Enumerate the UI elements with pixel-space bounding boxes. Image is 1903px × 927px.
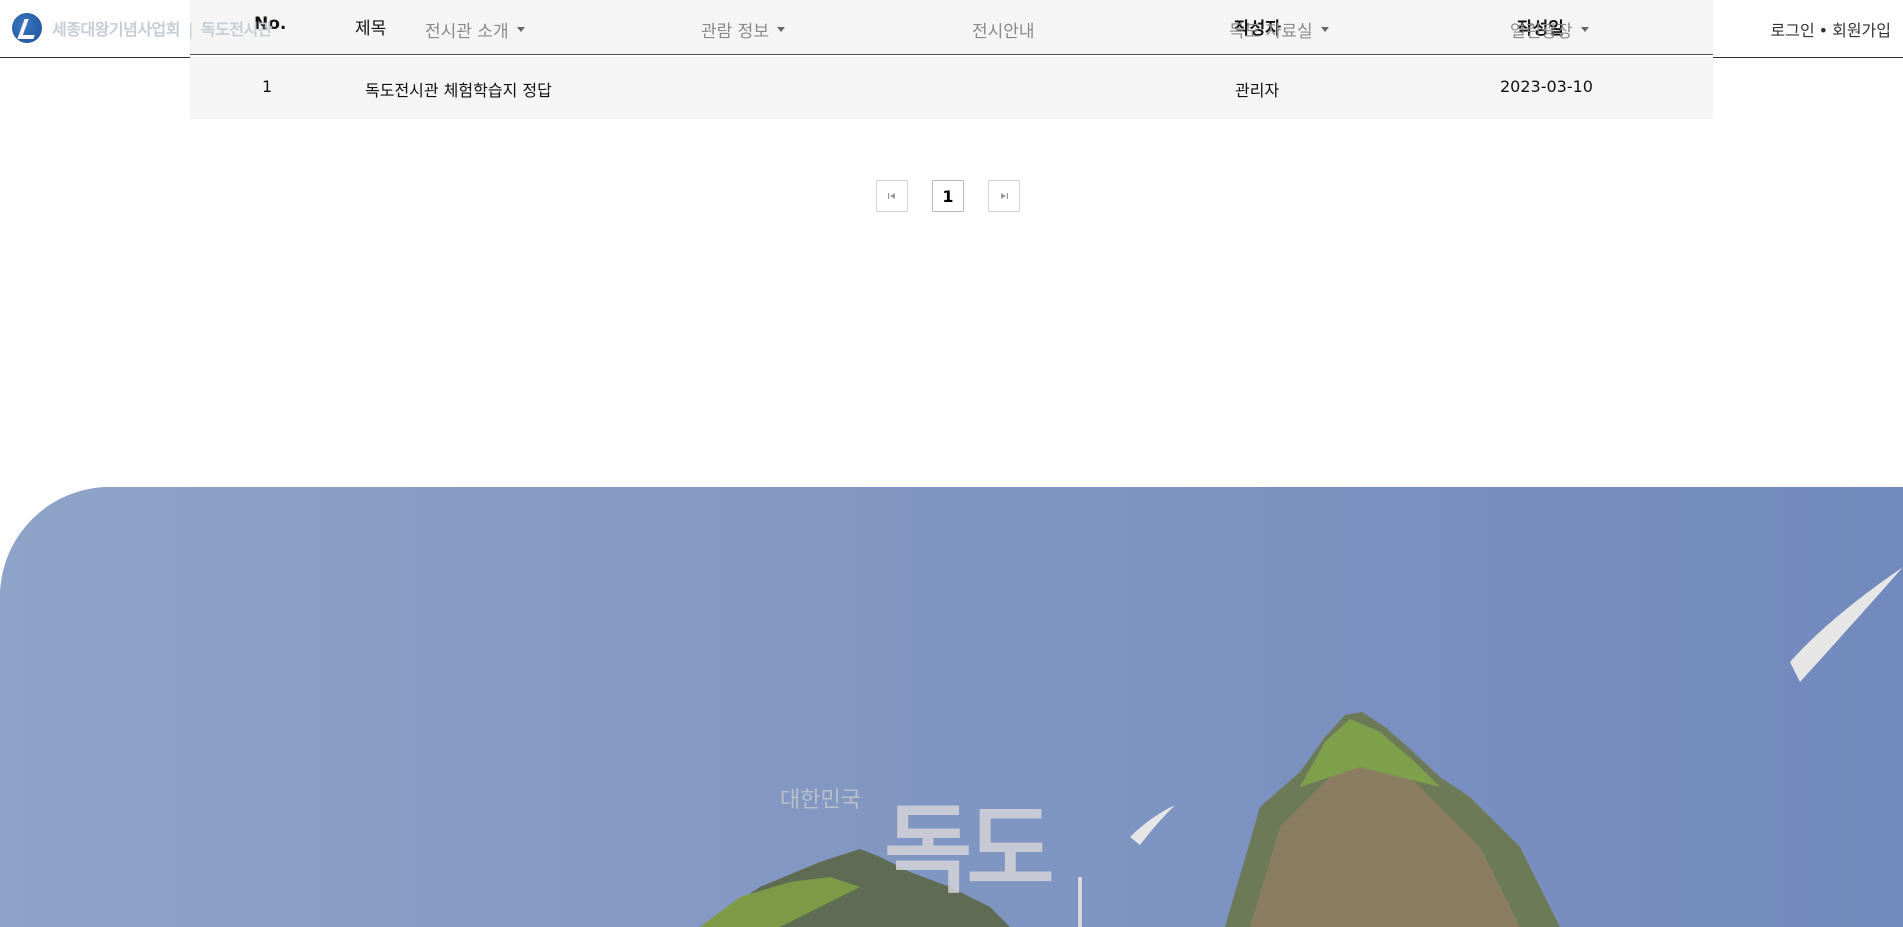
pagination: 1 <box>876 180 1020 212</box>
user-links: 로그인 • 회원가입 <box>1771 17 1892 41</box>
row-number: 1 <box>262 77 273 96</box>
caret-down-icon <box>516 27 525 32</box>
table-row[interactable]: 1 독도전시관 체험학습지 정답 관리자 2023-03-10 <box>190 57 1713 119</box>
caret-down-icon <box>776 27 785 32</box>
banner-title: 독도 <box>884 793 1055 906</box>
page-number-button[interactable]: 1 <box>932 180 964 212</box>
menu-item-label: 독도 자료실 <box>1229 22 1313 42</box>
menu-item-label: 전시관 소개 <box>425 22 509 42</box>
separator-dot: • <box>1818 21 1829 40</box>
row-writer: 관리자 <box>1235 81 1280 100</box>
dokdo-photo-banner: 대한민국 독도 <box>0 487 1903 927</box>
banner-subtitle: 대한민국 <box>780 788 861 813</box>
signup-link[interactable]: 회원가입 <box>1832 21 1891 40</box>
menu-item-label: 열린광장 <box>1510 22 1573 42</box>
menu-item-label: 관람 정보 <box>701 22 769 42</box>
caret-down-icon <box>1580 27 1589 32</box>
login-link[interactable]: 로그인 <box>1771 21 1815 40</box>
first-page-icon <box>888 193 895 199</box>
caret-down-icon <box>1320 27 1329 32</box>
logo-text: 세종대왕기념사업회 | 독도전시관 <box>52 16 272 40</box>
menu-item-label: 전시안내 <box>972 22 1035 42</box>
menu-item-open-square[interactable]: 열린광장 <box>1510 17 1589 42</box>
logo-org-name: 세종대왕기념사업회 <box>52 20 180 39</box>
logo-divider: | <box>187 20 193 39</box>
site-logo[interactable]: 세종대왕기념사업회 | 독도전시관 <box>12 12 272 44</box>
global-navigation: 세종대왕기념사업회 | 독도전시관 전시관 소개 관람 정보 전시안내 독도 자료실… <box>0 0 1903 58</box>
menu-item-exhibition[interactable]: 전시안내 <box>972 17 1035 42</box>
menu-item-about[interactable]: 전시관 소개 <box>425 17 525 42</box>
logo-emblem-icon <box>12 13 42 43</box>
last-page-icon <box>1001 193 1008 199</box>
row-title-link[interactable]: 독도전시관 체험학습지 정답 <box>365 77 552 101</box>
first-page-button[interactable] <box>876 180 908 212</box>
last-page-button[interactable] <box>988 180 1020 212</box>
row-date: 2023-03-10 <box>1500 77 1593 96</box>
menu-item-archive[interactable]: 독도 자료실 <box>1229 17 1329 42</box>
menu-item-visit-info[interactable]: 관람 정보 <box>701 17 785 42</box>
logo-sub-name: 독도전시관 <box>200 20 273 39</box>
